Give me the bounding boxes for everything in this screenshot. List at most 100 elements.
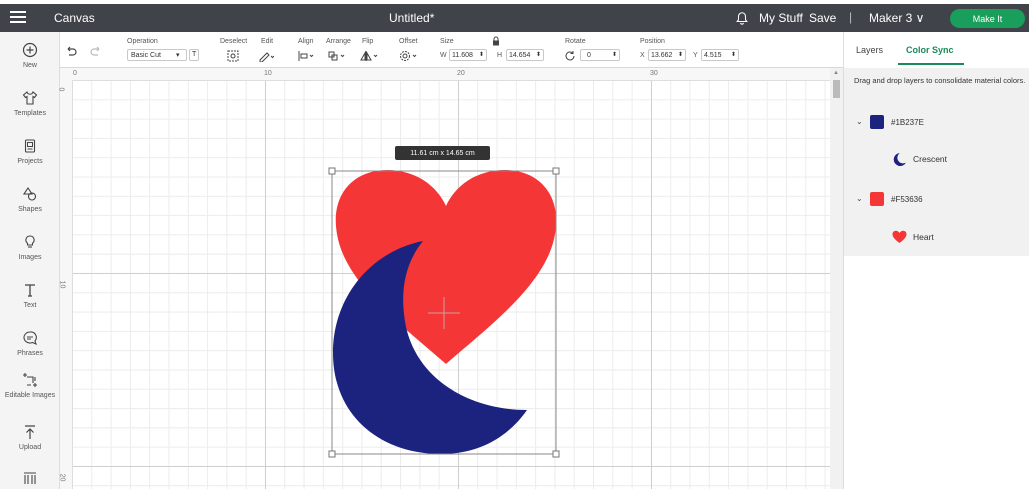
side-nav: New Templates Projects Shapes Images Tex… xyxy=(0,32,60,489)
active-tab-indicator xyxy=(898,63,964,65)
projects-icon xyxy=(24,139,36,153)
upload-icon xyxy=(25,425,35,439)
offset-label: Offset xyxy=(399,38,418,45)
chevron-down-icon: ▾ xyxy=(176,52,180,59)
nav-label: Templates xyxy=(14,110,46,117)
color-sync-area: Drag and drop layers to consolidate mate… xyxy=(844,68,1029,256)
x-input[interactable]: 13.662 ⬍ xyxy=(648,49,686,61)
crescent-icon xyxy=(893,153,906,166)
edit-toolbar: Operation Basic Cut ▾ T Deselect Edit Al… xyxy=(0,32,843,68)
machine-selector[interactable]: Maker 3 ∨ xyxy=(869,11,924,25)
nav-text[interactable]: Text xyxy=(0,282,60,310)
operation-value: Basic Cut xyxy=(131,52,161,59)
x-label: X xyxy=(640,52,645,59)
stepper-icon[interactable]: ⬍ xyxy=(678,51,683,58)
ruler-label: 20 xyxy=(457,70,465,77)
nav-new[interactable]: New xyxy=(0,42,60,70)
operation-label: Operation xyxy=(127,38,158,45)
rotate-label: Rotate xyxy=(565,38,586,45)
edit-pen-icon[interactable] xyxy=(258,50,274,62)
right-panel: Layers Color Sync Drag and drop layers t… xyxy=(843,32,1029,489)
y-input[interactable]: 4.515 ⬍ xyxy=(701,49,739,61)
y-label: Y xyxy=(693,52,698,59)
rotate-value: 0 xyxy=(587,52,591,59)
rotate-icon xyxy=(565,51,575,61)
stepper-icon[interactable]: ⬍ xyxy=(612,51,617,58)
rotate-input[interactable]: 0 ⬍ xyxy=(580,49,620,61)
flip-label: Flip xyxy=(362,38,374,45)
scrollbar-thumb[interactable] xyxy=(833,80,840,98)
color-hex: #1B237E xyxy=(891,118,924,127)
tab-color-sync[interactable]: Color Sync xyxy=(906,45,954,55)
heart-icon xyxy=(892,230,907,243)
stepper-icon[interactable]: ⬍ xyxy=(479,51,484,58)
height-input[interactable]: 14.654 ⬍ xyxy=(506,49,544,61)
width-label: W xyxy=(440,52,447,59)
chevron-down-icon[interactable]: ⌄ xyxy=(856,194,863,203)
edit-label: Edit xyxy=(261,38,274,45)
nav-label: New xyxy=(22,62,37,69)
header-separator: | xyxy=(849,10,853,24)
panel-tabs: Layers Color Sync xyxy=(844,32,1029,68)
position-label: Position xyxy=(640,38,665,45)
width-value: 11.608 xyxy=(452,52,473,59)
top-bar: Canvas Untitled* My Stuff Save | Maker 3… xyxy=(0,0,1029,32)
operation-t-button[interactable]: T xyxy=(189,49,199,61)
ruler-label: 10 xyxy=(58,280,66,289)
canvas-scrollbar[interactable]: ▲ xyxy=(830,68,843,489)
deselect-icon[interactable] xyxy=(227,50,239,62)
chevron-down-icon[interactable]: ⌄ xyxy=(856,117,863,126)
monogram-icon[interactable] xyxy=(22,470,38,486)
lightbulb-icon xyxy=(25,235,35,248)
document-title[interactable]: Untitled* xyxy=(389,11,434,25)
stepper-icon[interactable]: ⬍ xyxy=(731,51,736,58)
design-canvas[interactable] xyxy=(60,68,843,489)
offset-icon[interactable] xyxy=(399,50,419,62)
size-label: Size xyxy=(440,38,454,45)
save-button[interactable]: Save xyxy=(809,11,836,25)
nav-projects[interactable]: Projects xyxy=(0,138,60,166)
nav-label: Text xyxy=(23,302,37,309)
make-it-button[interactable]: Make It xyxy=(950,9,1025,28)
scroll-up-icon[interactable]: ▲ xyxy=(833,70,839,76)
my-stuff-link[interactable]: My Stuff xyxy=(759,11,803,25)
layer-item-crescent[interactable]: Crescent xyxy=(913,154,947,164)
size-tooltip-text: 11.61 cm x 14.65 cm xyxy=(410,149,475,157)
flip-icon[interactable] xyxy=(360,51,380,61)
operation-select[interactable]: Basic Cut ▾ xyxy=(127,49,187,61)
arrange-label: Arrange xyxy=(326,38,351,45)
ruler-label: 30 xyxy=(650,70,658,77)
align-icon[interactable] xyxy=(298,51,316,61)
ruler-label: 10 xyxy=(264,70,272,77)
ruler-label: 0 xyxy=(73,70,77,77)
nav-upload[interactable]: Upload xyxy=(0,424,60,452)
undo-icon[interactable] xyxy=(65,46,77,56)
lock-icon[interactable] xyxy=(491,36,501,46)
arrange-icon[interactable] xyxy=(328,51,348,61)
nav-templates[interactable]: Templates xyxy=(0,90,60,118)
align-label: Align xyxy=(298,38,314,45)
bell-icon[interactable] xyxy=(735,10,749,26)
height-value: 14.654 xyxy=(509,52,531,59)
redo-icon[interactable] xyxy=(90,46,102,56)
nav-label: Upload xyxy=(18,444,42,451)
nav-images[interactable]: Images xyxy=(0,234,60,262)
color-swatch-red[interactable] xyxy=(870,192,884,206)
deselect-label: Deselect xyxy=(220,38,248,45)
y-value: 4.515 xyxy=(704,52,722,59)
stepper-icon[interactable]: ⬍ xyxy=(536,51,541,58)
nav-editable-images[interactable]: Editable Images xyxy=(0,372,60,400)
plus-circle-icon xyxy=(22,42,38,58)
width-input[interactable]: 11.608 ⬍ xyxy=(449,49,487,61)
menu-icon[interactable] xyxy=(10,11,26,25)
nav-label: Shapes xyxy=(18,206,42,213)
editable-images-icon xyxy=(23,373,37,387)
tab-layers[interactable]: Layers xyxy=(856,45,883,55)
size-tooltip: 11.61 cm x 14.65 cm xyxy=(395,146,490,160)
layer-item-heart[interactable]: Heart xyxy=(913,232,934,242)
vertical-ruler: 0 10 20 xyxy=(57,80,73,489)
nav-phrases[interactable]: Phrases xyxy=(0,330,60,358)
color-sync-description: Drag and drop layers to consolidate mate… xyxy=(854,76,1026,85)
color-swatch-navy[interactable] xyxy=(870,115,884,129)
nav-shapes[interactable]: Shapes xyxy=(0,186,60,214)
